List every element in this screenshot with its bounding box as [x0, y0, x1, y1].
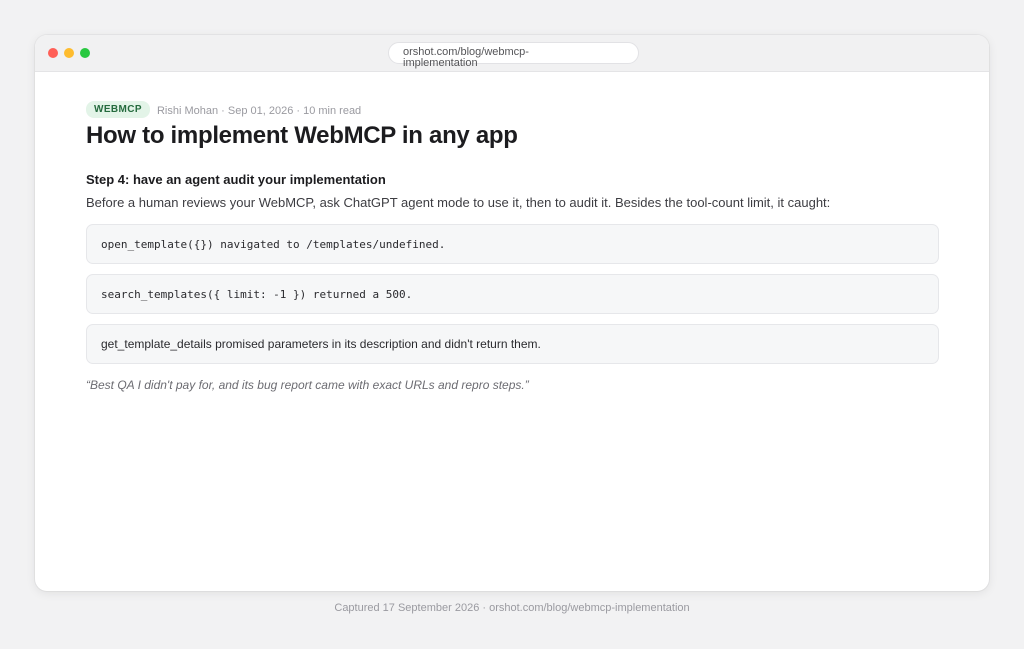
- article-byline: Rishi Mohan · Sep 01, 2026 · 10 min read: [156, 105, 362, 117]
- category-tag[interactable]: WEBMCP: [86, 101, 150, 118]
- finding-card: get_template_details promised parameters…: [86, 324, 939, 364]
- finding-text: get_template_details promised parameters…: [101, 337, 541, 351]
- browser-window: orshot.com/blog/webmcp-implementation WE…: [35, 35, 989, 591]
- article-title: How to implement WebMCP in any app: [86, 122, 518, 149]
- article: WEBMCP Rishi Mohan · Sep 01, 2026 · 10 m…: [86, 101, 939, 392]
- capture-caption: Captured 17 September 2026 · orshot.com/…: [334, 602, 690, 614]
- close-window-button[interactable]: [48, 48, 58, 58]
- minimize-window-button[interactable]: [64, 48, 74, 58]
- address-bar-url: orshot.com/blog/webmcp-implementation: [403, 46, 529, 69]
- pull-quote: “Best QA I didn't pay for, and its bug r…: [86, 378, 529, 392]
- step-heading: Step 4: have an agent audit your impleme…: [86, 172, 386, 187]
- article-meta: WEBMCP Rishi Mohan · Sep 01, 2026 · 10 m…: [86, 101, 939, 118]
- address-bar[interactable]: orshot.com/blog/webmcp-implementation: [388, 42, 639, 69]
- finding-text: open_template({}) navigated to /template…: [101, 237, 446, 251]
- lead-paragraph: Before a human reviews your WebMCP, ask …: [86, 195, 831, 210]
- finding-card: search_templates({ limit: -1 }) returned…: [86, 274, 939, 314]
- browser-titlebar: orshot.com/blog/webmcp-implementation: [35, 35, 989, 72]
- finding-card: open_template({}) navigated to /template…: [86, 224, 939, 264]
- finding-text: search_templates({ limit: -1 }) returned…: [101, 287, 413, 301]
- maximize-window-button[interactable]: [80, 48, 90, 58]
